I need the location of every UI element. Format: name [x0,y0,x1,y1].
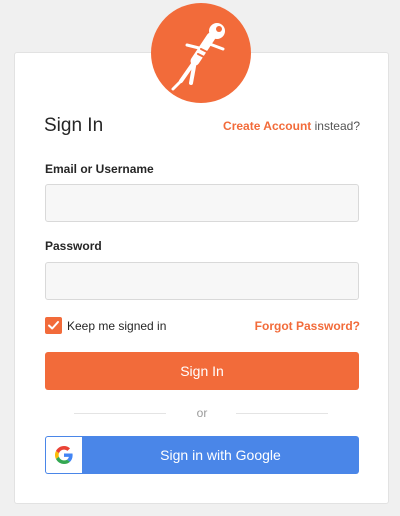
google-button-label: Sign in with Google [160,447,281,463]
create-account-prompt: Create Account instead? [223,119,360,133]
email-input[interactable] [45,184,359,222]
postman-logo-icon [151,3,251,103]
divider-left [74,413,166,414]
divider-right [236,413,328,414]
checkmark-icon [48,321,59,330]
password-label: Password [45,239,102,253]
email-label: Email or Username [45,162,154,176]
forgot-password-link[interactable]: Forgot Password? [255,319,360,333]
keep-signed-in-checkbox[interactable] [45,317,62,334]
create-account-suffix: instead? [311,119,360,133]
create-account-link[interactable]: Create Account [223,119,311,133]
sign-in-with-google-button[interactable]: Sign in with Google [45,436,359,474]
sign-in-button[interactable]: Sign In [45,352,359,390]
google-icon-container [46,437,82,473]
page-title: Sign In [44,115,104,136]
divider-or-text: or [196,406,208,420]
keep-signed-in-label: Keep me signed in [67,319,167,333]
google-icon [55,446,73,464]
password-input[interactable] [45,262,359,300]
